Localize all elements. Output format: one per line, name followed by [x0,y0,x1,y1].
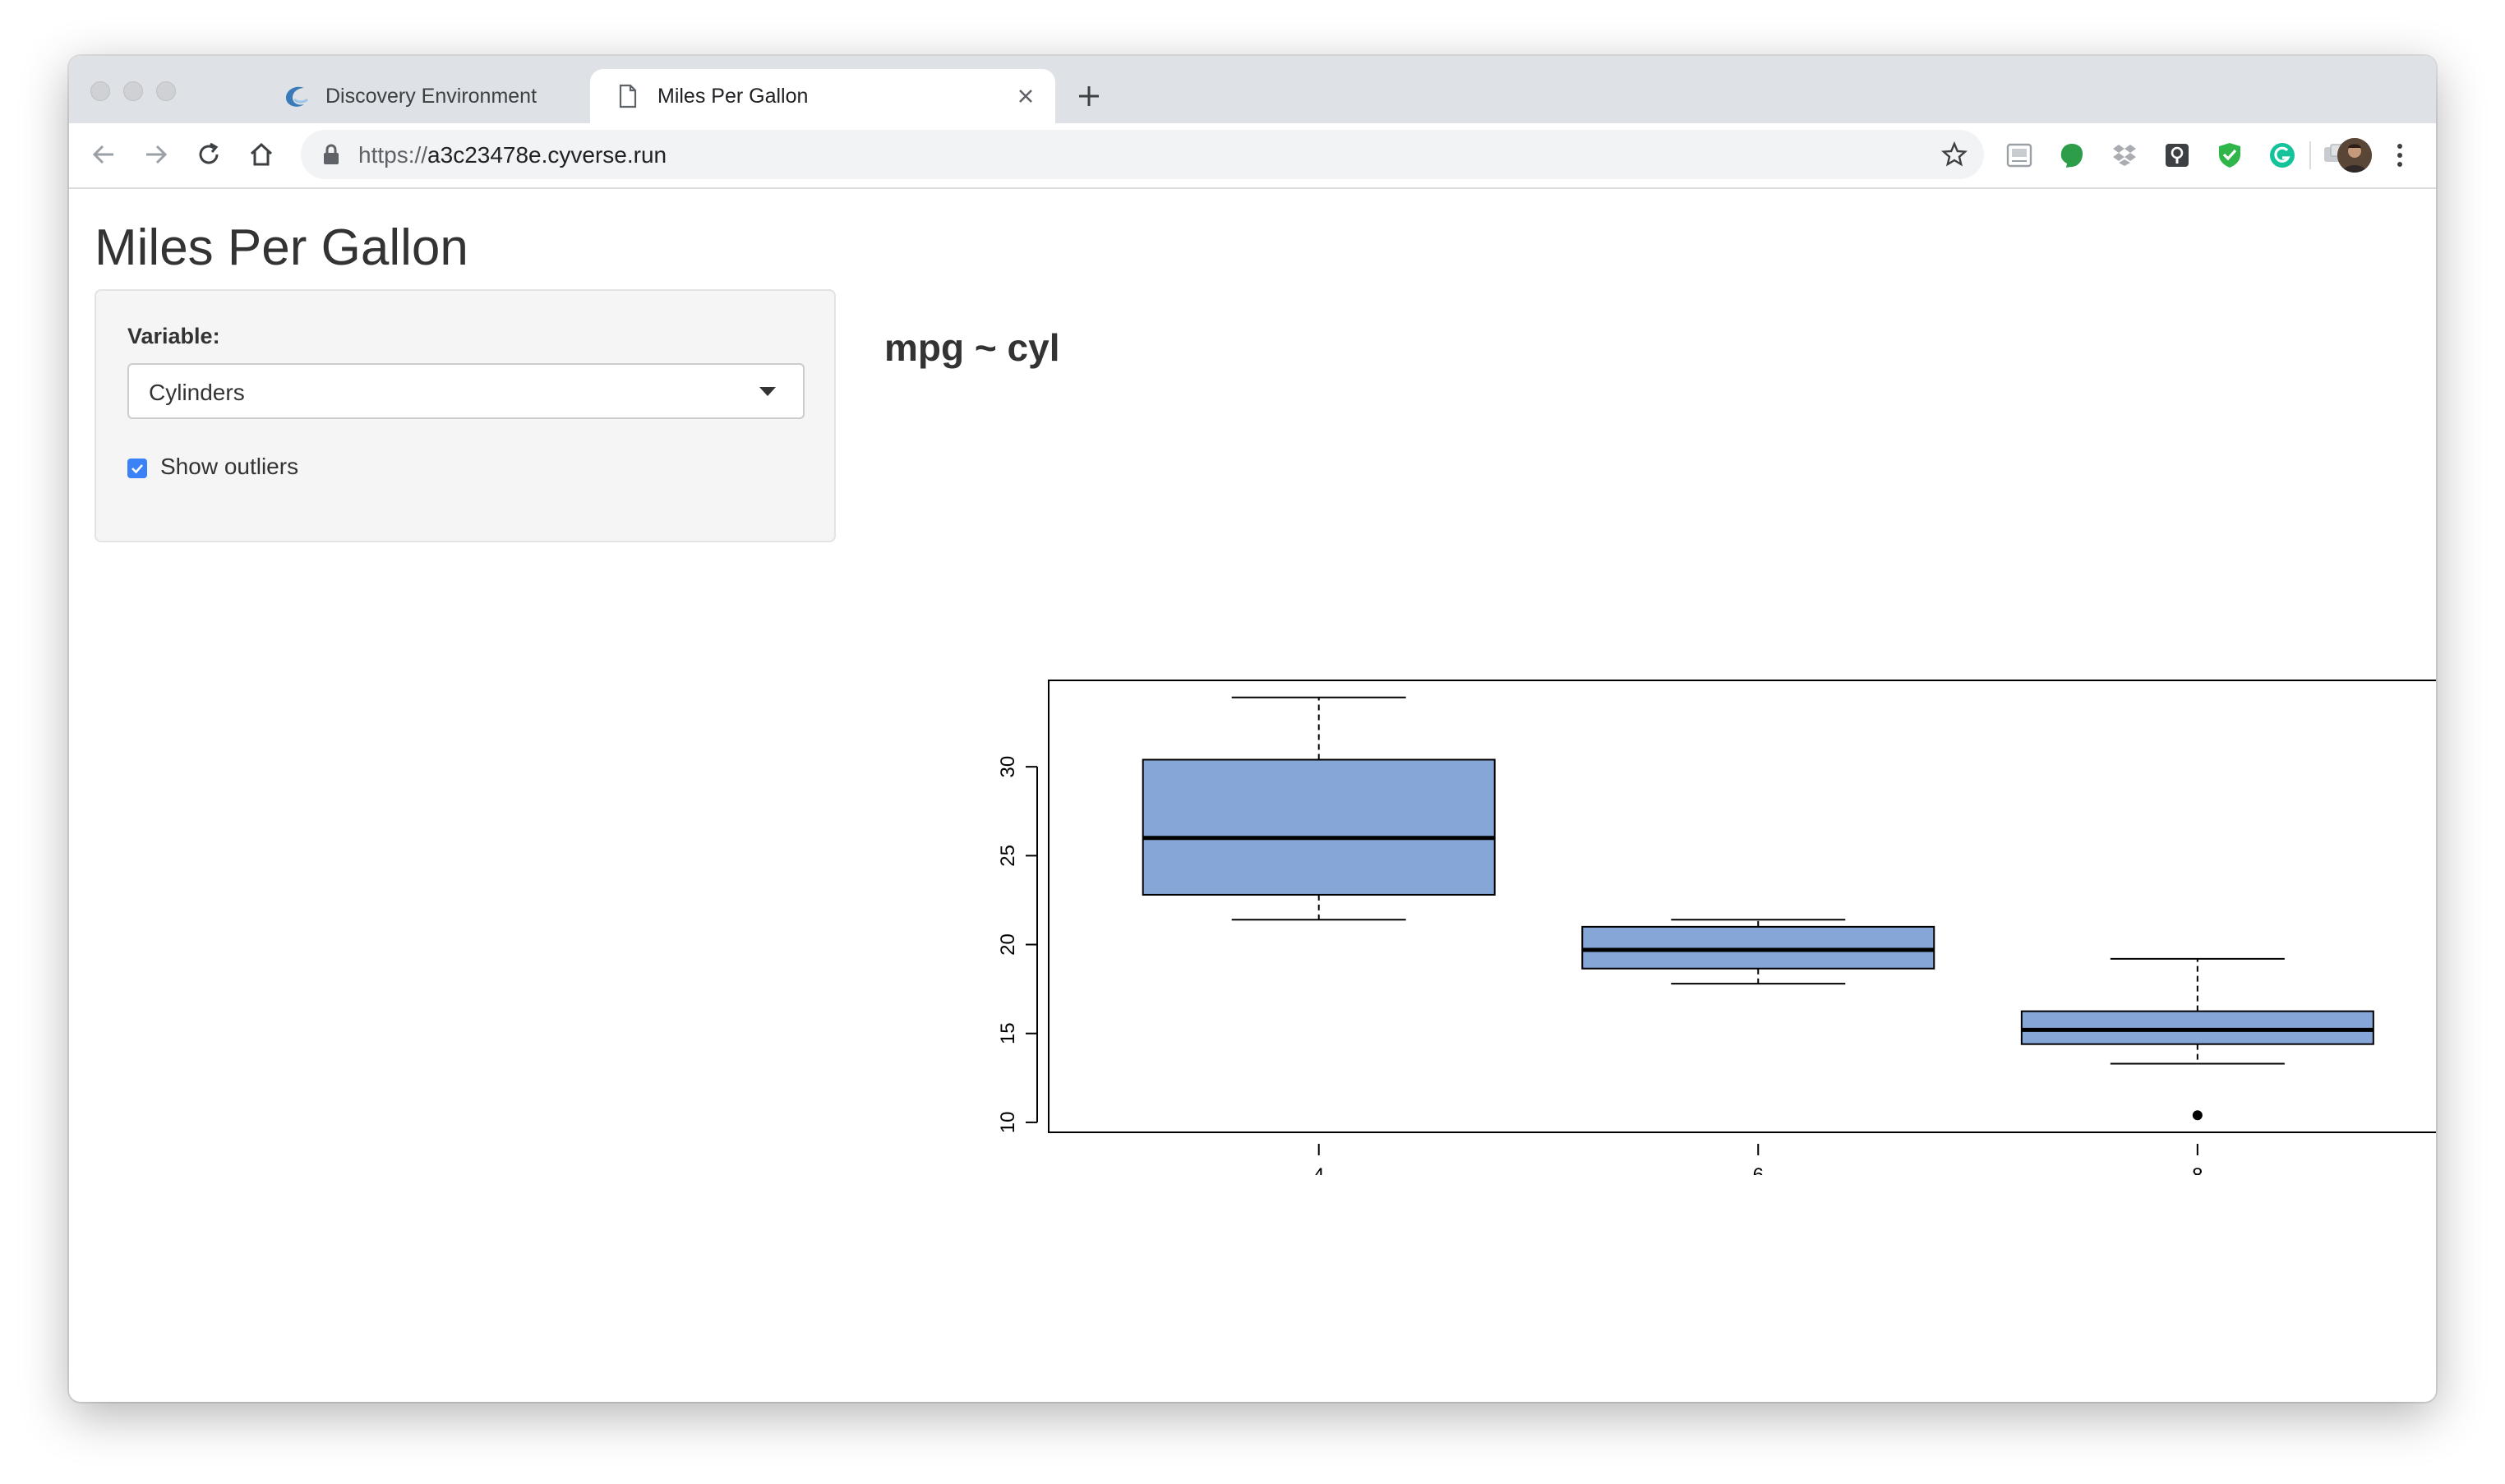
tab-miles-per-gallon[interactable]: Miles Per Gallon [590,69,1055,123]
y-tick-label: 25 [997,845,1019,867]
url-host: a3c23478e.cyverse.run [427,142,667,168]
variable-label: Variable: [127,324,220,348]
y-tick-label: 30 [997,756,1019,778]
address-bar[interactable]: https://a3c23478e.cyverse.run [301,130,1984,179]
close-window-button[interactable] [90,81,110,101]
shield-icon[interactable] [2214,140,2245,171]
reload-icon[interactable] [194,140,224,169]
sidebar-panel: Variable: Cylinders Show outliers [95,289,836,542]
avatar-image [2337,138,2372,173]
checkmark-icon [131,464,143,474]
evernote-icon[interactable] [2056,140,2088,171]
zoom-window-button[interactable] [156,81,176,101]
back-arrow-icon[interactable] [89,140,118,169]
x-tick-label: 6 [1753,1164,1764,1175]
keeper-icon[interactable] [2161,140,2193,171]
url-scheme: https:// [358,142,428,168]
tab-title: Discovery Environment [325,85,537,108]
tab-title: Miles Per Gallon [657,85,809,108]
show-outliers-checkbox[interactable] [127,459,147,478]
forward-arrow-icon[interactable] [141,140,171,169]
close-tab-icon[interactable] [1016,86,1036,106]
new-tab-plus-icon[interactable] [1077,84,1101,108]
browser-window: Discovery Environment Miles Per Gallon h… [69,56,2436,1402]
minimize-window-button[interactable] [123,81,143,101]
box-6 [1581,925,1935,970]
outlier-point [2192,1110,2203,1121]
x-tick-label: 4 [1313,1164,1324,1175]
grammarly-icon[interactable] [2267,140,2298,171]
x-tick-label: 8 [2192,1164,2203,1175]
more-menu-icon[interactable] [2392,140,2408,171]
page-title: Miles Per Gallon [95,219,468,276]
bookmark-star-icon[interactable] [1941,141,1968,168]
toolbar-separator [2309,141,2311,169]
home-icon[interactable] [247,140,276,169]
discovery-logo-icon [286,86,309,107]
page-content: Miles Per Gallon Variable: Cylinders Sho… [69,189,2436,1402]
variable-select[interactable]: Cylinders [127,363,805,419]
boxplot-chart: 10 15 20 25 30 4 6 8 [997,680,2436,1175]
chevron-down-icon [759,387,776,396]
plot-frame [1048,680,2436,1133]
box-4 [1142,758,1496,896]
url-text: https://a3c23478e.cyverse.run [358,142,667,168]
profile-avatar[interactable] [2337,138,2372,173]
document-icon [619,84,637,108]
y-tick-label: 15 [997,1022,1019,1044]
tab-strip: Discovery Environment Miles Per Gallon [69,56,2436,123]
tab-discovery-environment[interactable]: Discovery Environment [191,69,656,123]
browser-toolbar: https://a3c23478e.cyverse.run [69,123,2436,189]
reader-icon[interactable] [2004,140,2035,171]
y-tick-label: 10 [997,1112,1019,1134]
dropbox-icon[interactable] [2109,140,2140,171]
y-tick-label: 20 [997,933,1019,956]
box-8 [2020,1010,2374,1045]
plot-title: mpg ~ cyl [884,326,1060,369]
show-outliers-label: Show outliers [160,454,299,479]
lock-icon [324,144,339,164]
variable-select-value: Cylinders [149,380,245,405]
